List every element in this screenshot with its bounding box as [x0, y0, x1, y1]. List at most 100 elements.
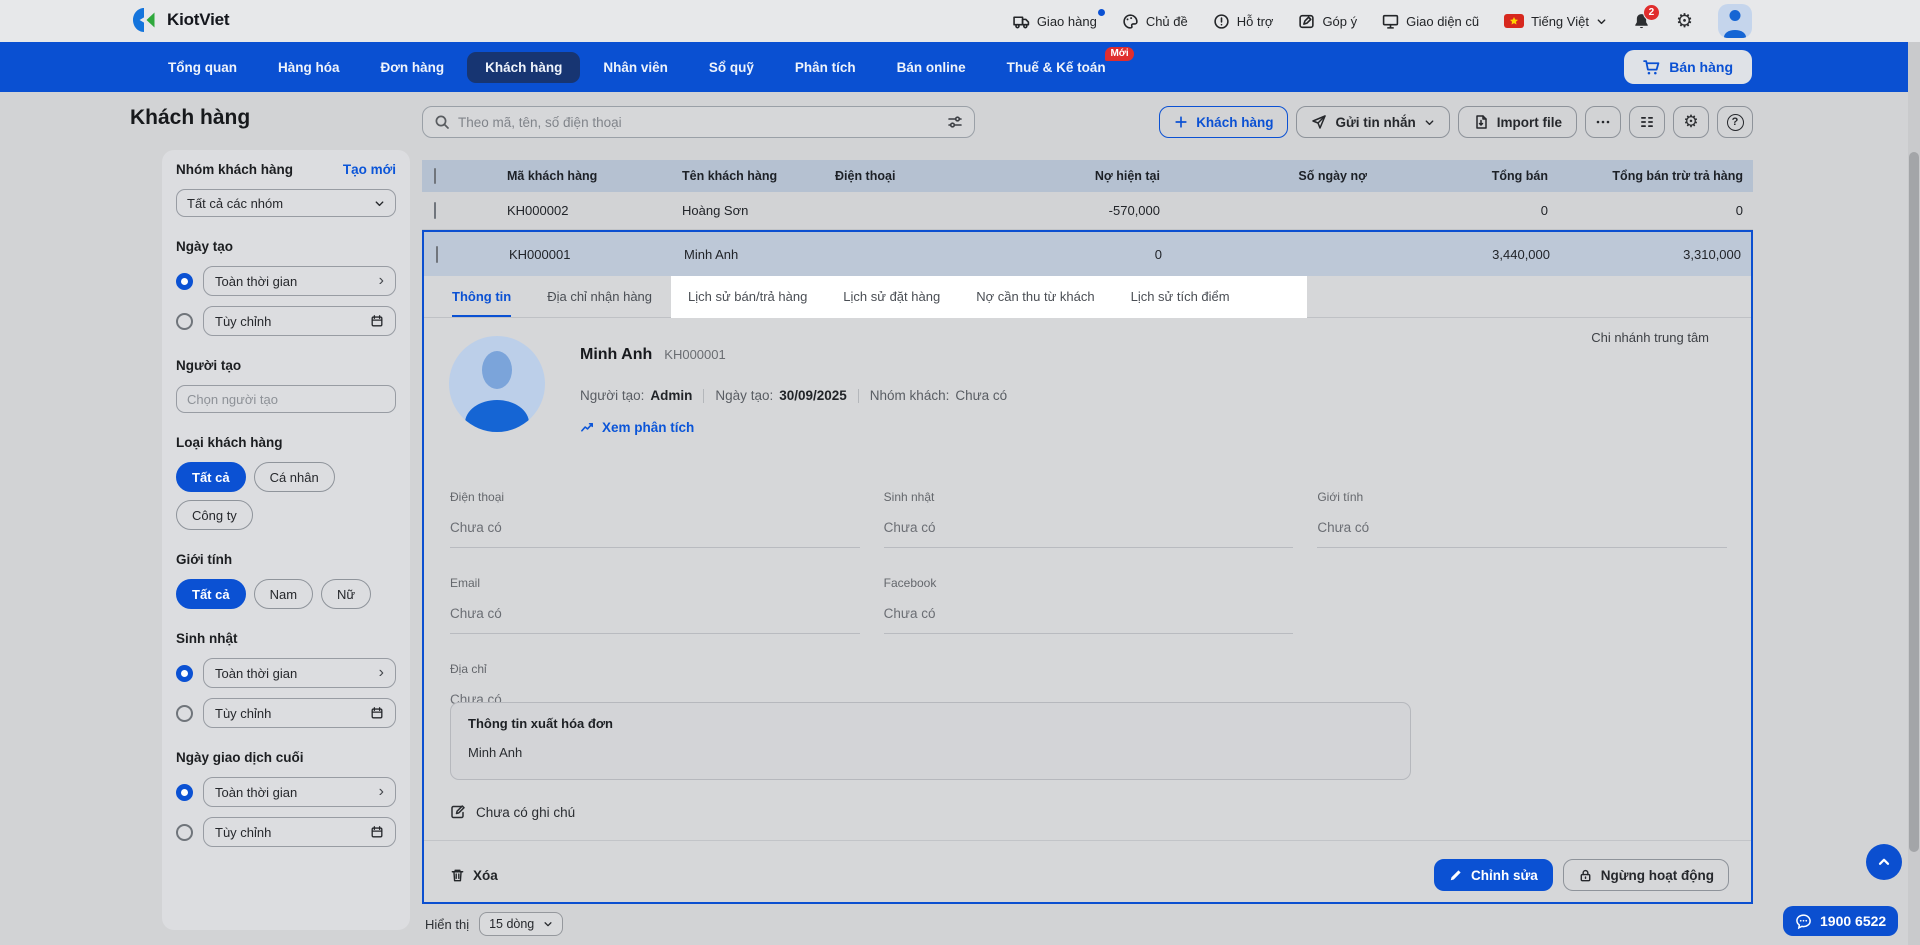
gender-pill-all[interactable]: Tất cả: [176, 579, 246, 609]
birthday-custom-button[interactable]: Tùy chỉnh: [203, 698, 396, 728]
main-nav: Tổng quan Hàng hóa Đơn hàng Khách hàng N…: [0, 42, 1920, 92]
person-icon: [1730, 10, 1741, 21]
invoice-info-box: Thông tin xuất hóa đơn Minh Anh: [450, 702, 1411, 780]
type-pill-company[interactable]: Công ty: [176, 500, 253, 530]
nav-so-quy[interactable]: Sổ quỹ: [691, 52, 772, 83]
created-custom-radio[interactable]: [176, 313, 193, 330]
topbar-item-old-ui[interactable]: Giao diện cũ: [1382, 13, 1479, 30]
row-checkbox[interactable]: [434, 202, 436, 219]
search-box: [422, 106, 975, 138]
notifications-button[interactable]: 2: [1632, 12, 1651, 31]
type-pill-all[interactable]: Tất cả: [176, 462, 246, 492]
more-actions-button[interactable]: [1585, 106, 1621, 138]
note-row[interactable]: Chưa có ghi chú: [450, 804, 575, 820]
sell-button[interactable]: Bán hàng: [1624, 50, 1752, 84]
last-transaction-all-time-button[interactable]: Toàn thời gian ›: [203, 777, 396, 807]
customer-type-label: Loại khách hàng: [176, 435, 396, 450]
birthday-all-time-radio[interactable]: [176, 665, 193, 682]
col-so-ngay-no[interactable]: Số ngày nợ: [1160, 169, 1367, 183]
scroll-to-top-button[interactable]: [1866, 844, 1902, 880]
table-row-selected[interactable]: KH000001 Minh Anh 0 3,440,000 3,310,000: [424, 232, 1751, 276]
language-selector[interactable]: Tiếng Việt: [1504, 14, 1607, 29]
last-transaction-custom-radio[interactable]: [176, 824, 193, 841]
select-all-checkbox[interactable]: [434, 168, 436, 184]
tab-lich-su-tich-diem[interactable]: Lịch sử tích điểm: [1131, 276, 1230, 317]
nav-don-hang[interactable]: Đơn hàng: [363, 52, 463, 83]
calendar-icon: [370, 706, 384, 720]
birthday-all-time-button[interactable]: Toàn thời gian ›: [203, 658, 396, 688]
scrollbar-thumb[interactable]: [1909, 152, 1919, 852]
palette-icon: [1122, 13, 1139, 30]
detail-tabs: Thông tin Địa chỉ nhận hàng Lịch sử bán/…: [424, 276, 1751, 318]
filter-sliders-icon[interactable]: [947, 114, 963, 130]
col-dien-thoai[interactable]: Điện thoại: [835, 169, 1000, 183]
chat-bubble-icon: [1795, 913, 1812, 930]
created-custom-button[interactable]: Tùy chỉnh: [203, 306, 396, 336]
help-button[interactable]: ?: [1717, 106, 1753, 138]
col-tong-ban-tru-tra-hang[interactable]: Tổng bán trừ trả hàng: [1548, 169, 1753, 183]
table-header: Mã khách hàng Tên khách hàng Điện thoại …: [422, 160, 1753, 192]
nav-thue-ke-toan[interactable]: Thuế & Kế toán Mới: [989, 52, 1124, 83]
topbar-item-feedback[interactable]: Góp ý: [1298, 13, 1357, 30]
search-input[interactable]: [458, 115, 939, 130]
tab-no-can-thu-tu-khach[interactable]: Nợ cần thu từ khách: [976, 276, 1094, 317]
col-ma-khach-hang[interactable]: Mã khách hàng: [507, 169, 682, 183]
edit-button[interactable]: Chỉnh sửa: [1434, 859, 1553, 891]
created-all-time-button[interactable]: Toàn thời gian ›: [203, 266, 396, 296]
add-customer-button[interactable]: Khách hàng: [1159, 106, 1288, 138]
customer-meta: Người tạo:Admin Ngày tạo:30/09/2025 Nhóm…: [580, 388, 1007, 403]
customer-avatar: [449, 336, 545, 432]
nav-tong-quan[interactable]: Tổng quan: [150, 52, 255, 83]
table-row[interactable]: KH000002 Hoàng Sơn -570,000 0 0: [422, 192, 1753, 230]
expanded-customer-block: KH000001 Minh Anh 0 3,440,000 3,310,000 …: [422, 230, 1753, 904]
send-message-button[interactable]: Gửi tin nhắn: [1296, 106, 1449, 138]
gender-pill-female[interactable]: Nữ: [321, 579, 371, 609]
row-checkbox[interactable]: [436, 246, 438, 263]
col-ten-khach-hang[interactable]: Tên khách hàng: [682, 169, 835, 183]
cart-icon: [1643, 59, 1660, 76]
topbar-item-theme[interactable]: Chủ đề: [1122, 13, 1188, 30]
last-transaction-custom-button[interactable]: Tùy chỉnh: [203, 817, 396, 847]
settings-gear-icon[interactable]: ⚙: [1676, 12, 1693, 31]
created-date-value: 30/09/2025: [779, 388, 847, 403]
delete-button[interactable]: Xóa: [450, 868, 498, 883]
group-select[interactable]: Tất cả các nhóm: [176, 189, 396, 217]
table-settings-button[interactable]: ⚙: [1673, 106, 1709, 138]
tab-lich-su-ban-tra-hang[interactable]: Lịch sử bán/trả hàng: [688, 276, 807, 317]
last-transaction-all-time-radio[interactable]: [176, 784, 193, 801]
top-bar: KiotViet Giao hàng Chủ đề Hỗ trợ Gó: [0, 0, 1920, 42]
ellipsis-icon: [1595, 114, 1611, 130]
tab-lich-su-dat-hang[interactable]: Lịch sử đặt hàng: [843, 276, 940, 317]
tab-thong-tin[interactable]: Thông tin: [452, 276, 511, 317]
brand-name: KiotViet: [167, 10, 229, 30]
column-settings-button[interactable]: [1629, 106, 1665, 138]
gender-pill-male[interactable]: Nam: [254, 579, 313, 609]
field-email: Email Chưa có: [450, 576, 860, 634]
birthday-custom-radio[interactable]: [176, 705, 193, 722]
create-group-link[interactable]: Tạo mới: [343, 162, 396, 177]
col-no-hien-tai[interactable]: Nợ hiện tại: [1000, 169, 1160, 183]
account-avatar[interactable]: [1718, 4, 1752, 38]
nav-phan-tich[interactable]: Phân tích: [777, 52, 874, 83]
created-all-time-radio[interactable]: [176, 273, 193, 290]
nav-hang-hoa[interactable]: Hàng hóa: [260, 52, 358, 83]
topbar-item-delivery[interactable]: Giao hàng: [1013, 13, 1097, 30]
deactivate-button[interactable]: Ngừng hoạt động: [1563, 859, 1729, 891]
topbar-item-support[interactable]: Hỗ trợ: [1213, 13, 1274, 30]
brand-logo[interactable]: KiotViet: [130, 8, 229, 32]
type-pill-personal[interactable]: Cá nhân: [254, 462, 335, 492]
monitor-icon: [1382, 13, 1399, 30]
col-tong-ban[interactable]: Tổng bán: [1367, 169, 1548, 183]
import-file-button[interactable]: Import file: [1458, 106, 1577, 138]
hotline-button[interactable]: 1900 6522: [1783, 906, 1898, 936]
question-icon: ?: [1727, 114, 1744, 131]
tab-dia-chi-nhan-hang[interactable]: Địa chỉ nhận hàng: [547, 276, 652, 317]
customer-group-label: Nhóm khách hàng: [176, 162, 293, 177]
nav-ban-online[interactable]: Bán online: [879, 52, 984, 83]
view-analytics-link[interactable]: Xem phân tích: [580, 420, 694, 435]
creator-input[interactable]: [176, 385, 396, 413]
gear-icon: ⚙: [1683, 114, 1698, 131]
nav-nhan-vien[interactable]: Nhân viên: [585, 52, 686, 83]
page-size-select[interactable]: 15 dòng: [479, 912, 563, 936]
nav-khach-hang[interactable]: Khách hàng: [467, 52, 580, 83]
